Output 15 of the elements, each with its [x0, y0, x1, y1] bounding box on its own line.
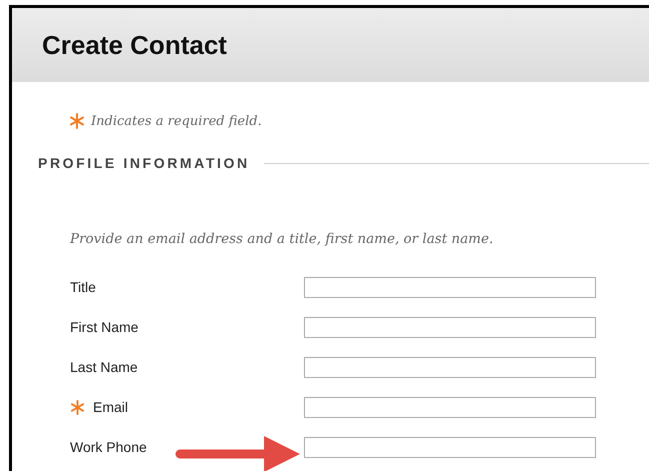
input-field[interactable] [304, 436, 596, 458]
field-label: First Name [70, 319, 138, 335]
field-label: Title [70, 279, 96, 295]
input-field[interactable] [304, 396, 596, 418]
input-field[interactable] [304, 276, 596, 298]
section-heading: PROFILE INFORMATION [38, 155, 250, 171]
page-title: Create Contact [42, 30, 227, 60]
input-field[interactable] [304, 316, 596, 338]
field-label: Email [93, 399, 128, 415]
instructions: Provide an email address and a title, first name, or last name. [70, 231, 494, 247]
field-label: Last Name [70, 359, 138, 375]
required-note: Indicates a required field. [91, 114, 262, 128]
input-field[interactable] [304, 356, 596, 378]
asterisk-icon [69, 113, 85, 129]
field-label: Work Phone [70, 439, 147, 455]
